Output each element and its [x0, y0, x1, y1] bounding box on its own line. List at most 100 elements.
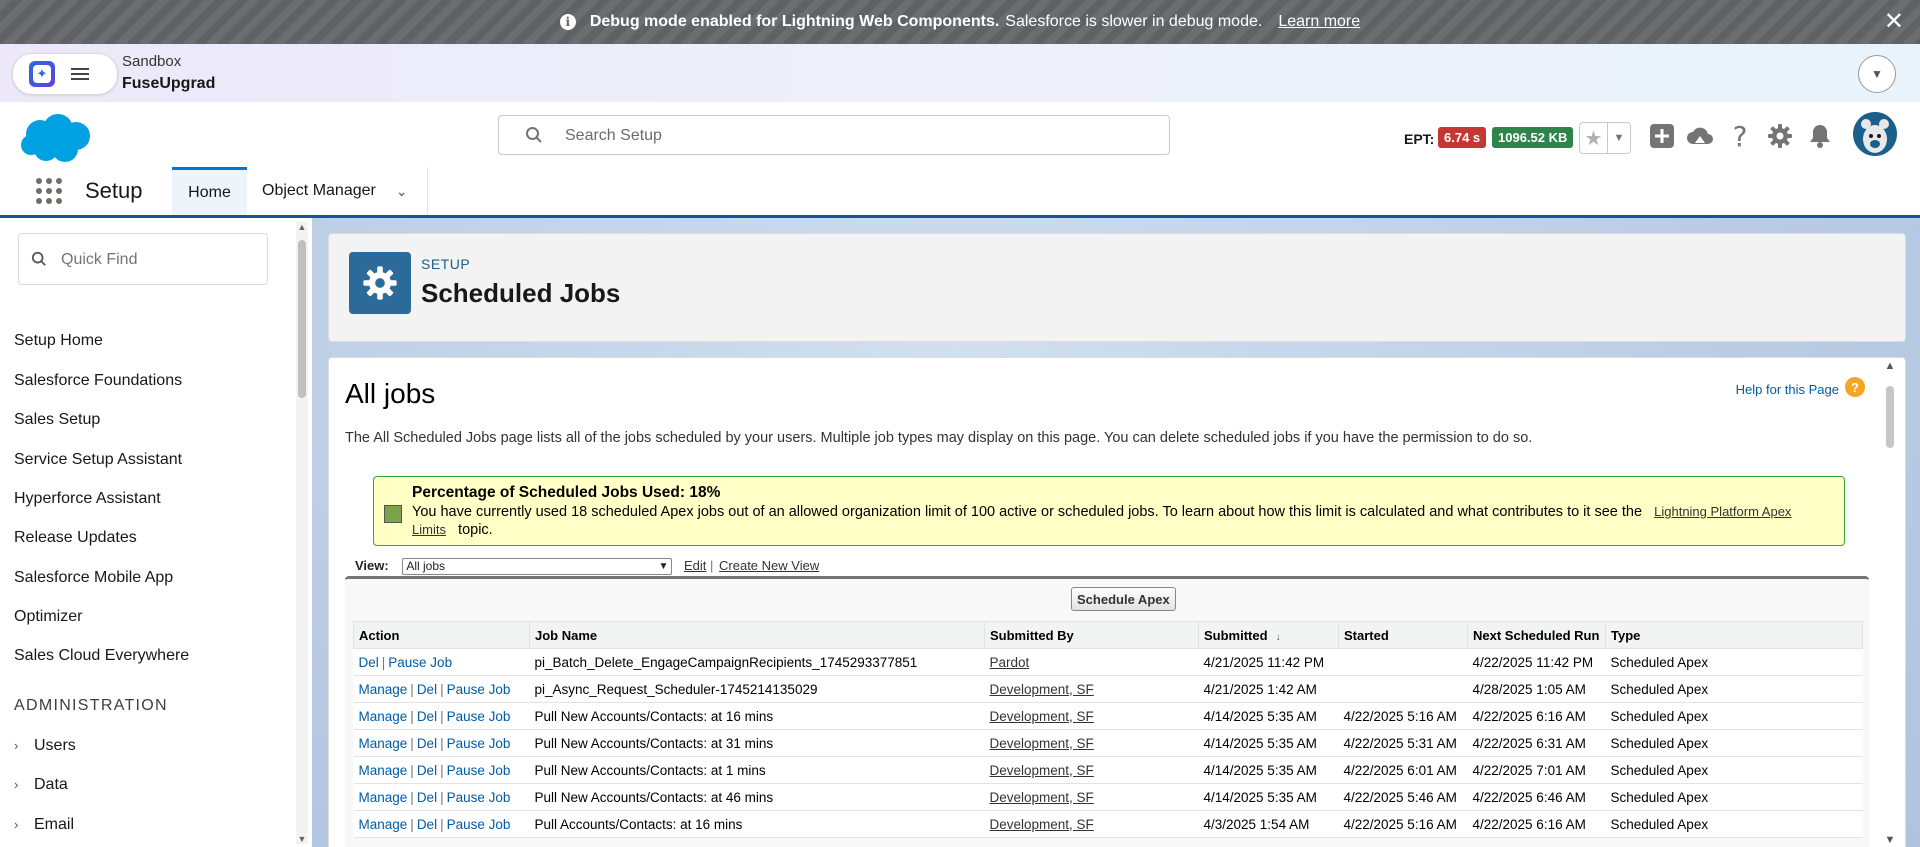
action-manage-link[interactable]: Manage: [359, 682, 408, 697]
started-cell: 4/22/2025 5:16 AM: [1338, 702, 1468, 730]
schedule-apex-button[interactable]: Schedule Apex: [1071, 587, 1176, 611]
chevron-down-icon[interactable]: ▼: [1858, 55, 1896, 93]
scrollbar-thumb[interactable]: [1886, 386, 1894, 448]
sidebar-item-optimizer[interactable]: Optimizer: [14, 608, 82, 626]
column-header-submitted[interactable]: Submitted ↓: [1198, 621, 1339, 649]
help-icon[interactable]: ?: [1724, 120, 1756, 153]
sidebar-item-setup-home[interactable]: Setup Home: [14, 332, 103, 350]
sidebar-item-data[interactable]: › Data: [14, 776, 68, 794]
view-select[interactable]: All jobs ▼: [402, 558, 673, 576]
submitted-by-link[interactable]: Pardot: [990, 655, 1030, 670]
app-launcher-icon[interactable]: [36, 178, 62, 204]
column-header-started[interactable]: Started: [1338, 621, 1468, 649]
next-run-cell: 4/22/2025 11:42 PM: [1467, 648, 1606, 676]
column-header-submitted-by[interactable]: Submitted By: [984, 621, 1199, 649]
sidebar-item-sales-setup[interactable]: Sales Setup: [14, 411, 100, 429]
sidebar-item-salesforce-foundations[interactable]: Salesforce Foundations: [14, 372, 182, 390]
favorites-dropdown-icon[interactable]: ▼: [1608, 123, 1630, 153]
column-header-type[interactable]: Type: [1605, 621, 1863, 649]
quick-find-input[interactable]: [59, 248, 263, 272]
chevron-right-icon: ›: [14, 777, 19, 792]
help-for-page-link[interactable]: Help for this Page: [1736, 382, 1839, 397]
intro-text: The All Scheduled Jobs page lists all of…: [345, 430, 1533, 446]
action-pause-job-link[interactable]: Pause Job: [388, 655, 452, 670]
learn-more-link[interactable]: Learn more: [1278, 13, 1360, 31]
scroll-up-icon[interactable]: ▲: [1883, 360, 1897, 372]
column-header-action: Action: [353, 621, 530, 649]
action-manage-link[interactable]: Manage: [359, 790, 408, 805]
submitted-by-link[interactable]: Development, SF: [990, 790, 1094, 805]
action-pause-job-link[interactable]: Pause Job: [447, 736, 511, 751]
submitted-by-link[interactable]: Development, SF: [990, 763, 1094, 778]
tab-object-manager-label: Object Manager: [262, 182, 376, 199]
search-setup-input[interactable]: [563, 123, 1147, 149]
action-manage-link[interactable]: Manage: [359, 763, 408, 778]
global-actions-icon[interactable]: [1646, 120, 1678, 152]
sidebar-item-hyperforce-assistant[interactable]: Hyperforce Assistant: [14, 490, 161, 508]
action-del-link[interactable]: Del: [417, 736, 437, 751]
column-header-next-run[interactable]: Next Scheduled Run: [1467, 621, 1606, 649]
table-header-row: Action Job Name Submitted By Submitted ↓ …: [353, 621, 1863, 649]
chevron-down-icon[interactable]: ⌄: [396, 183, 408, 200]
sidebar-item-salesforce-mobile-app[interactable]: Salesforce Mobile App: [14, 569, 173, 587]
submitted-by-cell: Development, SF: [984, 756, 1199, 784]
star-icon[interactable]: ★: [1580, 123, 1608, 153]
search-setup-box[interactable]: [498, 115, 1170, 155]
close-icon[interactable]: ✕: [1884, 10, 1904, 34]
page-title: Scheduled Jobs: [421, 278, 621, 308]
favorites-group: ★ ▼: [1579, 122, 1631, 154]
hamburger-menu-icon[interactable]: [71, 65, 89, 81]
action-del-link[interactable]: Del: [417, 763, 437, 778]
action-pause-job-link[interactable]: Pause Job: [447, 817, 511, 832]
scrollbar-thumb[interactable]: [298, 240, 306, 398]
action-manage-link[interactable]: Manage: [359, 817, 408, 832]
tab-home[interactable]: Home: [172, 167, 247, 215]
main-scrollbar[interactable]: ▲ ▼: [1883, 358, 1897, 847]
chevron-right-icon: ›: [14, 738, 19, 753]
bell-icon[interactable]: [1804, 120, 1836, 152]
action-pause-job-link[interactable]: Pause Job: [447, 790, 511, 805]
action-del-link[interactable]: Del: [359, 655, 379, 670]
sidebar-item-sales-cloud-everywhere[interactable]: Sales Cloud Everywhere: [14, 647, 189, 665]
action-pause-job-link[interactable]: Pause Job: [447, 682, 511, 697]
tab-object-manager[interactable]: Object Manager ⌄: [248, 167, 428, 215]
action-del-link[interactable]: Del: [417, 709, 437, 724]
next-run-cell: 4/28/2025 1:05 AM: [1467, 675, 1606, 703]
sidebar-item-release-updates[interactable]: Release Updates: [14, 529, 137, 547]
action-pause-job-link[interactable]: Pause Job: [447, 763, 511, 778]
submitted-by-link[interactable]: Development, SF: [990, 709, 1094, 724]
scroll-down-icon[interactable]: ▼: [1883, 834, 1897, 846]
action-pause-job-link[interactable]: Pause Job: [447, 709, 511, 724]
action-del-link[interactable]: Del: [417, 817, 437, 832]
scroll-down-icon[interactable]: ▼: [296, 834, 308, 844]
sidebar-item-users[interactable]: › Users: [14, 737, 76, 755]
quick-find-box[interactable]: [18, 233, 268, 285]
sidebar-item-service-setup-assistant[interactable]: Service Setup Assistant: [14, 451, 182, 469]
action-del-link[interactable]: Del: [417, 790, 437, 805]
agentforce-icon[interactable]: ✦: [29, 61, 55, 87]
help-icon[interactable]: ?: [1845, 377, 1865, 397]
sort-descending-icon: ↓: [1275, 631, 1281, 643]
job-name-cell: pi_Async_Request_Scheduler-1745214135029: [529, 675, 985, 703]
create-new-view-link[interactable]: Create New View: [719, 558, 819, 573]
salesforce-cloud-logo[interactable]: [18, 112, 94, 166]
column-header-job-name[interactable]: Job Name: [529, 621, 985, 649]
action-del-link[interactable]: Del: [417, 682, 437, 697]
edit-view-link[interactable]: Edit: [684, 558, 706, 573]
avatar[interactable]: [1853, 112, 1897, 156]
action-manage-link[interactable]: Manage: [359, 709, 408, 724]
scroll-up-icon[interactable]: ▲: [296, 222, 308, 232]
trailhead-icon[interactable]: [1684, 120, 1716, 152]
sidebar-item-email[interactable]: › Email: [14, 816, 74, 834]
debug-banner-title: Debug mode enabled for Lightning Web Com…: [589, 13, 1000, 30]
action-manage-link[interactable]: Manage: [359, 736, 408, 751]
usage-suffix: topic.: [458, 522, 493, 538]
submitted-cell: 4/14/2025 5:35 AM: [1198, 783, 1339, 811]
submitted-by-link[interactable]: Development, SF: [990, 682, 1094, 697]
sidebar-item-label: Data: [34, 776, 68, 793]
submitted-by-link[interactable]: Development, SF: [990, 736, 1094, 751]
sidebar-scrollbar[interactable]: ▲ ▼: [296, 222, 308, 844]
submitted-by-link[interactable]: Development, SF: [990, 817, 1094, 832]
gear-icon[interactable]: [1764, 120, 1796, 152]
global-header: EPT: 6.74 s 1096.52 KB ★ ▼ ?: [0, 102, 1920, 168]
